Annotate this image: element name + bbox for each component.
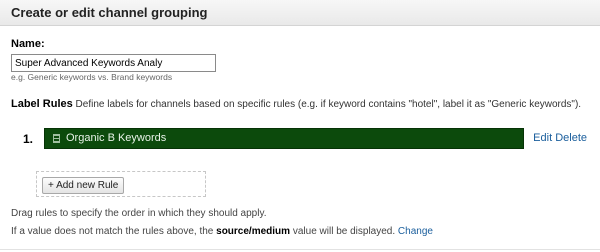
- add-new-rule-button[interactable]: + Add new Rule: [42, 177, 125, 194]
- delete-rule-link[interactable]: Delete: [555, 132, 587, 144]
- dialog-header: Create or edit channel grouping: [0, 0, 600, 26]
- name-hint: e.g. Generic keywords vs. Brand keywords: [11, 72, 173, 82]
- rule-label: Organic B Keywords: [66, 132, 167, 144]
- rule-number: 1.: [23, 132, 34, 146]
- dialog-title: Create or edit channel grouping: [11, 5, 208, 20]
- add-rule-dropzone: + Add new Rule: [36, 171, 206, 197]
- label-rules-heading: Label Rules Define labels for channels b…: [11, 98, 581, 110]
- label-rules-title: Label Rules: [11, 98, 73, 110]
- fallback-suffix: value will be displayed.: [292, 226, 396, 237]
- edit-rule-link[interactable]: Edit: [533, 132, 552, 144]
- name-label: Name:: [11, 38, 45, 50]
- label-rules-description: Define labels for channels based on spec…: [75, 99, 582, 110]
- fallback-note: If a value does not match the rules abov…: [11, 226, 433, 237]
- fallback-prefix: If a value does not match the rules abov…: [11, 226, 214, 237]
- fallback-dimension: source/medium: [216, 226, 291, 237]
- drag-handle-icon[interactable]: [53, 134, 60, 143]
- divider: [0, 249, 600, 250]
- drag-instructions: Drag rules to specify the order in which…: [11, 208, 267, 219]
- change-link[interactable]: Change: [398, 226, 433, 237]
- name-input[interactable]: [11, 54, 216, 72]
- rule-bar[interactable]: Organic B Keywords: [44, 128, 524, 149]
- rule-row: 1. Organic B Keywords Edit Delete: [0, 128, 600, 150]
- rule-actions: Edit Delete: [533, 132, 587, 144]
